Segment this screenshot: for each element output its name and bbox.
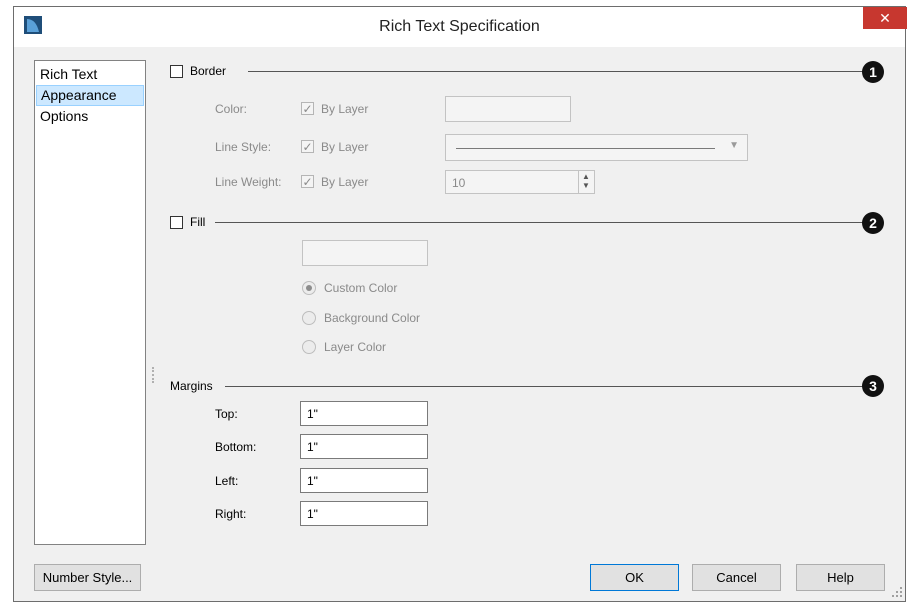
title-bar: Rich Text Specification ✕ (14, 7, 907, 47)
left-margin-input[interactable] (300, 468, 428, 493)
left-label: Left: (215, 474, 239, 488)
spin-down-icon[interactable]: ▼ (582, 181, 590, 190)
background-color-label: Background Color (324, 311, 421, 325)
ok-button[interactable]: OK (590, 564, 679, 591)
bottom-margin-input[interactable] (300, 434, 428, 459)
dialog-window: Rich Text Specification ✕ Rich Text Appe… (13, 6, 907, 602)
line-weight-bylayer-checkbox[interactable]: ✓ (301, 175, 314, 188)
line-style-bylayer-label: By Layer (321, 140, 369, 154)
border-color-label: Color: (215, 102, 248, 116)
margins-title: Margins (170, 379, 213, 393)
line-style-preview (456, 148, 715, 149)
splitter-handle[interactable] (152, 367, 154, 383)
window-title: Rich Text Specification (379, 18, 540, 35)
fill-checkbox[interactable] (170, 216, 183, 229)
close-button[interactable]: ✕ (863, 7, 907, 29)
category-list: Rich Text Appearance Options (34, 60, 146, 545)
margins-divider (225, 386, 863, 387)
cancel-button[interactable]: Cancel (692, 564, 781, 591)
nav-item-rich-text[interactable]: Rich Text (36, 64, 144, 85)
fill-title: Fill (190, 215, 206, 229)
nav-item-options[interactable]: Options (36, 106, 144, 127)
custom-color-radio[interactable] (302, 281, 316, 295)
line-weight-spinner[interactable]: 10 ▲ ▼ (445, 170, 595, 194)
line-style-label: Line Style: (215, 140, 272, 154)
nav-item-appearance[interactable]: Appearance (36, 85, 144, 106)
spin-up-icon[interactable]: ▲ (582, 172, 590, 181)
callout-2: 2 (862, 212, 884, 234)
layer-color-radio[interactable] (302, 340, 316, 354)
callout-3: 3 (862, 375, 884, 397)
border-color-swatch[interactable] (445, 96, 571, 122)
right-margin-input[interactable] (300, 501, 428, 526)
line-style-bylayer-checkbox[interactable]: ✓ (301, 140, 314, 153)
resize-grip-icon[interactable] (892, 587, 902, 597)
custom-color-label: Custom Color (324, 281, 398, 295)
right-label: Right: (215, 507, 247, 521)
help-button[interactable]: Help (796, 564, 885, 591)
top-label: Top: (215, 407, 238, 421)
chevron-down-icon: ▼ (729, 140, 739, 151)
close-icon: ✕ (879, 10, 891, 26)
bottom-label: Bottom: (215, 440, 257, 454)
border-divider (248, 71, 863, 72)
fill-color-swatch[interactable] (302, 240, 428, 266)
spinner-buttons[interactable]: ▲ ▼ (578, 171, 594, 193)
callout-1: 1 (862, 61, 884, 83)
border-checkbox[interactable] (170, 65, 183, 78)
border-color-bylayer-label: By Layer (321, 102, 369, 116)
layer-color-label: Layer Color (324, 340, 387, 354)
background-color-radio[interactable] (302, 311, 316, 325)
dialog-client-area: Rich Text Appearance Options Border 1 Co… (15, 47, 904, 601)
line-style-dropdown[interactable]: ▼ (445, 134, 748, 161)
fill-divider (215, 222, 863, 223)
line-weight-bylayer-label: By Layer (321, 175, 369, 189)
line-weight-label: Line Weight: (215, 175, 282, 189)
border-color-bylayer-checkbox[interactable]: ✓ (301, 102, 314, 115)
number-style-button[interactable]: Number Style... (34, 564, 141, 591)
border-title: Border (190, 64, 227, 78)
top-margin-input[interactable] (300, 401, 428, 426)
line-weight-value: 10 (452, 176, 466, 190)
